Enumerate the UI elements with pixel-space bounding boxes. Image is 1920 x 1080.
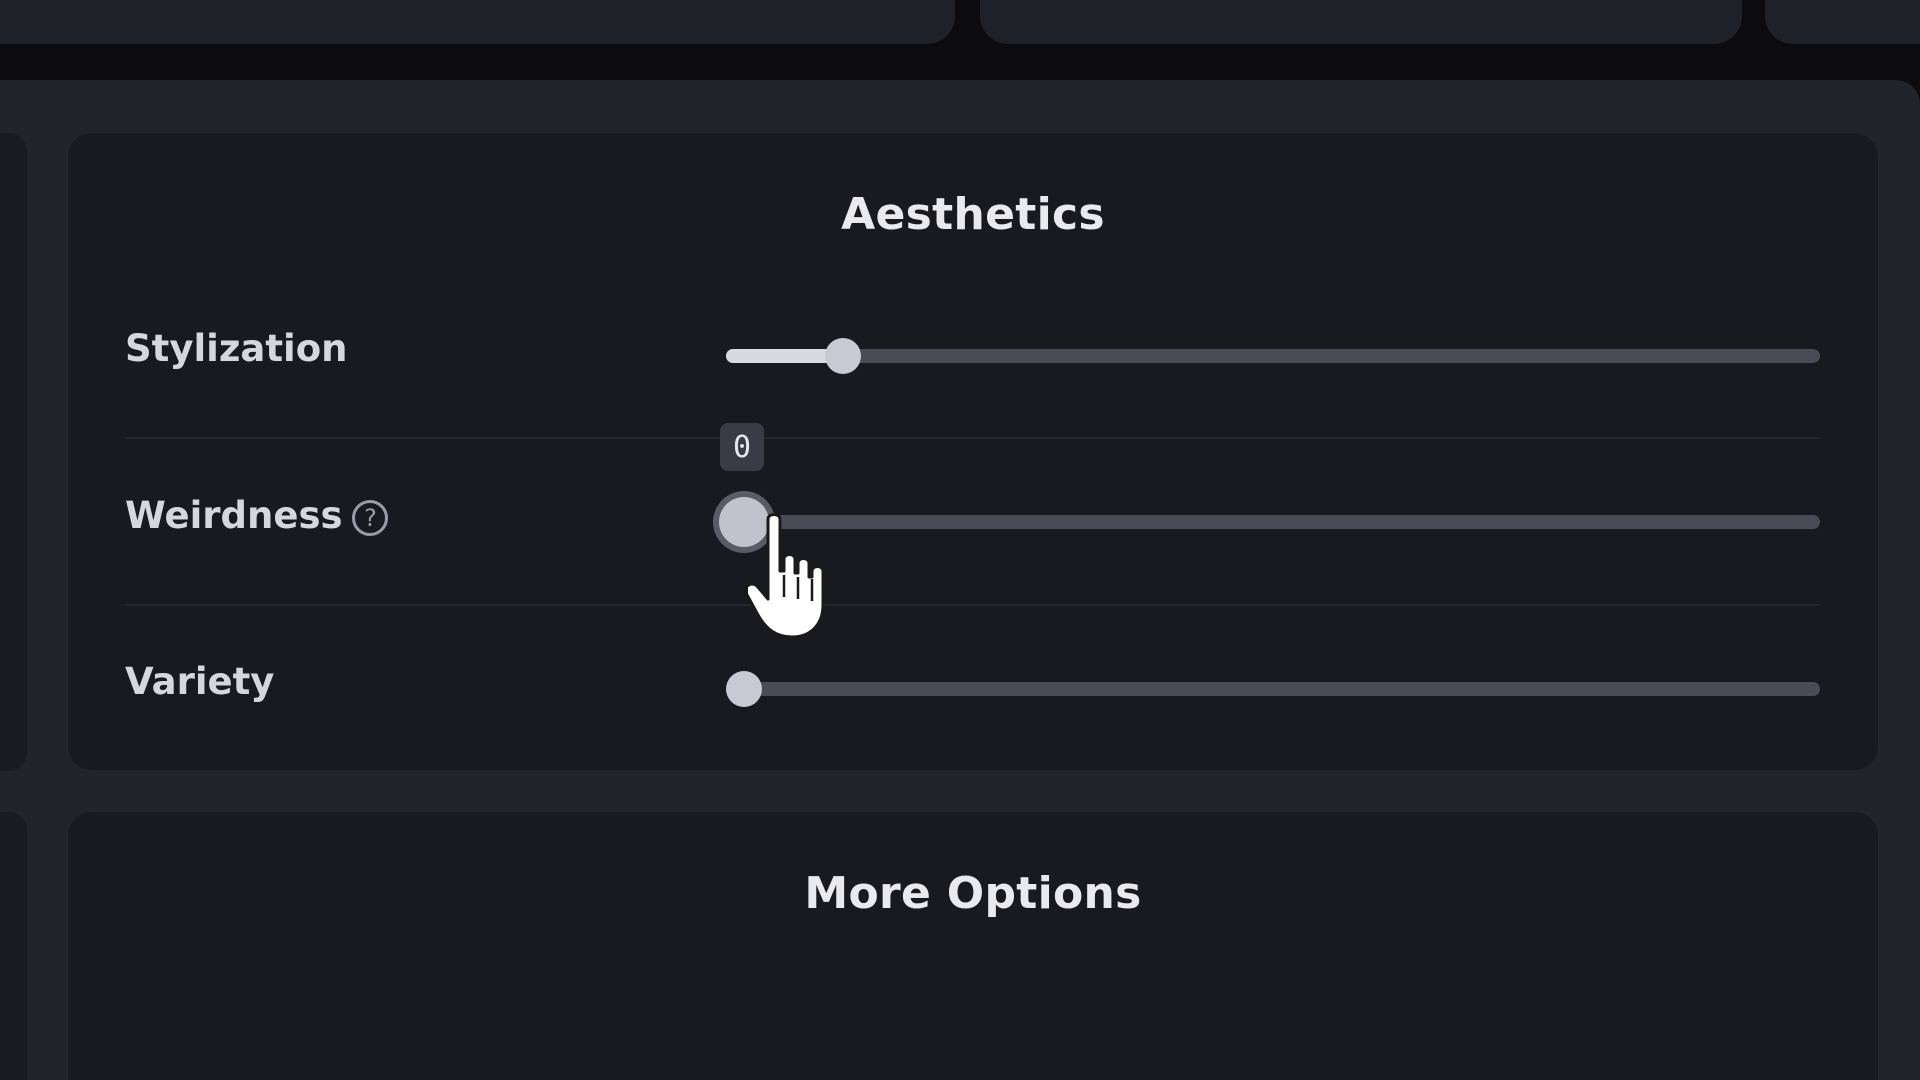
- top-panel-middle[interactable]: [980, 0, 1742, 44]
- weirdness-slider-track[interactable]: [726, 515, 1820, 529]
- variety-label-text: Variety: [125, 660, 275, 703]
- row-divider: [125, 604, 1820, 606]
- aesthetics-title: Aesthetics: [841, 189, 1105, 240]
- top-panel-right[interactable]: [1765, 0, 1920, 44]
- more-options-card: More Options: [67, 811, 1879, 1080]
- row-divider: [125, 437, 1820, 439]
- variety-slider[interactable]: [726, 668, 1820, 708]
- stylization-slider-track[interactable]: [726, 349, 1820, 363]
- stylization-slider-thumb[interactable]: [825, 338, 862, 374]
- aesthetics-card: Aesthetics Stylization Weirdness ? 0 Var…: [67, 132, 1879, 771]
- stylization-label: Stylization: [125, 327, 347, 370]
- weirdness-value-tooltip: 0: [720, 423, 764, 471]
- stylization-slider[interactable]: [726, 335, 1820, 375]
- weirdness-label: Weirdness ?: [125, 494, 389, 537]
- left-panel-edge-lower: [0, 812, 27, 1080]
- stylization-label-text: Stylization: [125, 327, 348, 370]
- variety-label: Variety: [125, 660, 274, 703]
- weirdness-slider-thumb[interactable]: [719, 497, 769, 547]
- weirdness-slider[interactable]: [719, 497, 1820, 547]
- variety-slider-thumb[interactable]: [726, 671, 762, 707]
- app-frame: Aesthetics Stylization Weirdness ? 0 Var…: [0, 0, 1920, 1080]
- top-panel-left[interactable]: [0, 0, 955, 44]
- help-icon[interactable]: ?: [352, 499, 389, 536]
- variety-slider-track[interactable]: [726, 682, 1820, 696]
- weirdness-label-text: Weirdness: [125, 494, 343, 537]
- more-options-title[interactable]: More Options: [67, 868, 1879, 919]
- left-panel-edge: [0, 133, 27, 771]
